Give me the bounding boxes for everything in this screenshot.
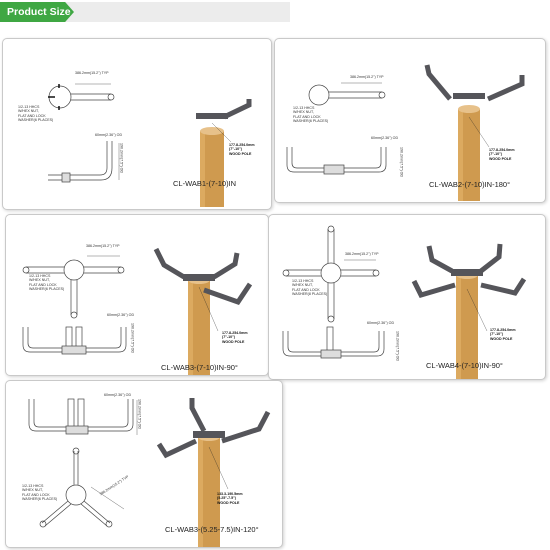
wab2-bolt-note: 1/2-13 HHCS W/HEX NUT, FLAT AND LOCK WAS… bbox=[293, 106, 329, 123]
wab4-bolt-note: 1/2-13 HHCS W/HEX NUT, FLAT AND LOCK WAS… bbox=[292, 279, 328, 296]
wab3-120-pole: 133.3-190.5mm (5.25"-7.5") WOOD POLE bbox=[217, 492, 243, 505]
wab4-3d-render bbox=[411, 243, 527, 379]
wab1-od: 60mm(2.36") OD bbox=[95, 133, 123, 137]
product-card-wab2: 386.2mm(15.2") TYP 1/2-13 HHCS W/HEX NUT… bbox=[274, 38, 546, 203]
section-header: Product Size bbox=[0, 2, 290, 22]
wab3-90-height: 190.2mm(7.5") OD bbox=[130, 323, 135, 354]
wab2-height: 190.2mm(7.5") OD bbox=[399, 147, 404, 178]
wab4-drawing bbox=[282, 225, 527, 379]
wab4-model: CL-WAB4-(7-10)IN-90° bbox=[426, 361, 503, 370]
wab2-arm-length: 386.2mm(15.2") TYP bbox=[350, 75, 384, 79]
wab3-90-bolt-note: 1/2-13 HHCS W/HEX NUT, FLAT AND LOCK WAS… bbox=[29, 274, 65, 291]
wab4-arm-length: 386.2mm(15.2") TYP bbox=[345, 252, 379, 256]
product-card-wab3-120: 60mm(2.36") OD 190.2mm(7.5") OD 1/2-13 H… bbox=[5, 380, 283, 548]
wab2-pole: 177.8-254.0mm (7"-10") WOOD POLE bbox=[489, 148, 515, 161]
wab3-120-bolt-note: 1/2-13 HHCS W/HEX NUT, FLAT AND LOCK WAS… bbox=[22, 484, 58, 501]
wab3-90-arm-length: 386.2mm(15.2") TYP bbox=[86, 244, 120, 248]
wab4-pole: 177.8-254.0mm (7"-10") WOOD POLE bbox=[490, 328, 516, 341]
wab3-90-od: 60mm(2.36") OD bbox=[107, 313, 135, 317]
wab1-model: CL-WAB1-(7-10)IN bbox=[173, 179, 237, 188]
wab3-120-od: 60mm(2.36") OD bbox=[104, 393, 132, 397]
product-card-wab3-90: 386.2mm(15.2") TYP 1/2-13 HHCS W/HEX NUT… bbox=[5, 214, 269, 376]
wab3-120-height: 190.2mm(7.5") OD bbox=[137, 399, 142, 430]
wab3-90-model: CL-WAB3-(7-10)IN-90° bbox=[161, 363, 238, 372]
wab1-pole: 177.8-254.0mm (7"-10") WOOD POLE bbox=[229, 143, 255, 156]
wab1-height: 190.2mm(7.5") OD bbox=[119, 143, 124, 174]
wab1-bolt-note: 1/2-13 HHCS W/HEX NUT, FLAT AND LOCK WAS… bbox=[18, 105, 54, 122]
product-card-wab1: 386.2mm(15.2") TYP 1/2-13 HHCS W/HEX NUT… bbox=[2, 38, 272, 210]
section-title: Product Size bbox=[0, 2, 74, 22]
wab2-model: CL-WAB2-(7-10)IN-180° bbox=[429, 180, 511, 189]
wab4-height: 190.2mm(7.5") OD bbox=[395, 331, 400, 362]
wab3-90-3d-render bbox=[153, 247, 253, 375]
wab2-od: 60mm(2.36") OD bbox=[371, 136, 399, 140]
wab1-arm-length: 386.2mm(15.2") TYP bbox=[75, 71, 109, 75]
wab3-120-model: CL-WAB3-(5.25-7.5)IN-120° bbox=[165, 525, 259, 534]
wab3-90-pole: 177.8-254.0mm (7"-10") WOOD POLE bbox=[222, 331, 248, 344]
wab4-od: 60mm(2.36") OD bbox=[367, 321, 395, 325]
product-card-wab4: 386.2mm(15.2") TYP 1/2-13 HHCS W/HEX NUT… bbox=[268, 214, 546, 380]
wab3-90-drawing bbox=[22, 247, 253, 375]
wab3-120-drawing bbox=[28, 398, 271, 547]
